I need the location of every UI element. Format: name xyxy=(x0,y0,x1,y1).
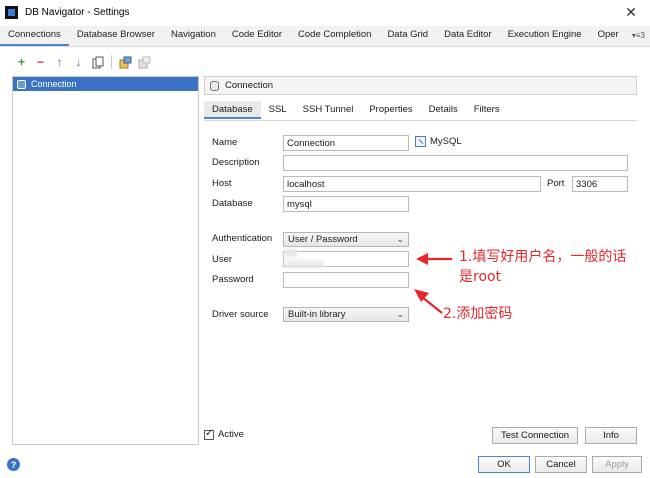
settings-tabbar: Connections Database Browser Navigation … xyxy=(0,26,650,47)
remove-icon[interactable]: − xyxy=(33,55,48,70)
app-icon xyxy=(5,5,18,19)
host-label: Host xyxy=(212,178,232,189)
tab-data-grid[interactable]: Data Grid xyxy=(379,25,436,46)
name-field[interactable] xyxy=(283,135,409,151)
host-field[interactable] xyxy=(283,176,541,192)
database-icon xyxy=(210,80,219,91)
database-type[interactable]: MySQL xyxy=(415,136,462,147)
list-item[interactable]: Connection xyxy=(13,77,198,91)
connections-toolbar: + − ↑ ↓ xyxy=(14,53,152,71)
connection-subtabs: Database SSL SSH Tunnel Properties Detai… xyxy=(204,101,637,119)
page-title: Connection xyxy=(225,80,274,91)
authentication-value: User / Password xyxy=(288,234,358,245)
cancel-button[interactable]: Cancel xyxy=(535,456,587,473)
active-checkbox[interactable]: Active xyxy=(204,428,244,440)
tab-overflow-button[interactable]: ▾≡3 xyxy=(632,31,645,40)
name-label: Name xyxy=(212,137,238,148)
tab-execution-engine[interactable]: Execution Engine xyxy=(500,25,590,46)
description-label: Description xyxy=(212,157,260,168)
database-type-label: MySQL xyxy=(430,136,462,147)
ok-button[interactable]: OK xyxy=(478,456,530,473)
move-up-icon[interactable]: ↑ xyxy=(52,55,67,70)
tab-code-editor[interactable]: Code Editor xyxy=(224,25,290,46)
annotation-user-note-line1: 1.填写好用户名，一般的话 xyxy=(459,249,627,265)
toolbar-separator xyxy=(111,55,112,69)
test-connection-button[interactable]: Test Connection xyxy=(492,427,578,444)
driver-source-value: Built-in library xyxy=(288,309,346,320)
annotation-arrowhead-user xyxy=(416,253,428,265)
import-icon[interactable] xyxy=(137,55,152,70)
tab-filters[interactable]: Filters xyxy=(466,101,508,119)
annotation-arrow-password xyxy=(421,296,443,314)
database-field[interactable] xyxy=(283,196,409,212)
user-label: User xyxy=(212,254,233,265)
active-label: Active xyxy=(218,429,244,440)
mysql-icon xyxy=(415,136,426,147)
password-field[interactable] xyxy=(283,272,409,288)
close-icon[interactable]: ✕ xyxy=(622,3,640,21)
redacted-mark xyxy=(284,261,324,268)
tab-details[interactable]: Details xyxy=(421,101,466,119)
tab-connections[interactable]: Connections xyxy=(0,25,69,46)
tab-navigation[interactable]: Navigation xyxy=(163,25,224,46)
tab-properties[interactable]: Properties xyxy=(361,101,420,119)
tab-database-browser[interactable]: Database Browser xyxy=(69,25,163,46)
copy-icon[interactable] xyxy=(90,55,105,70)
driver-source-label: Driver source xyxy=(212,309,269,320)
tab-code-completion[interactable]: Code Completion xyxy=(290,25,379,46)
driver-source-select[interactable]: Built-in library ⌄ xyxy=(283,307,409,322)
tab-database[interactable]: Database xyxy=(204,101,261,119)
connection-header: Connection xyxy=(204,76,637,95)
title-bar: DB Navigator - Settings ✕ xyxy=(0,0,650,24)
move-down-icon[interactable]: ↓ xyxy=(71,55,86,70)
export-icon[interactable] xyxy=(118,55,133,70)
redacted-mark xyxy=(284,249,298,257)
tab-ssh-tunnel[interactable]: SSH Tunnel xyxy=(295,101,362,119)
port-label: Port xyxy=(547,178,565,189)
tab-data-editor[interactable]: Data Editor xyxy=(436,25,500,46)
password-label: Password xyxy=(212,274,254,285)
database-label: Database xyxy=(212,198,253,209)
add-icon[interactable]: + xyxy=(14,55,29,70)
database-icon xyxy=(17,79,26,89)
help-icon[interactable]: ? xyxy=(7,458,20,471)
tab-operations[interactable]: Oper xyxy=(590,25,627,46)
chevron-down-icon: ⌄ xyxy=(396,309,404,319)
port-field[interactable] xyxy=(572,176,628,192)
apply-button[interactable]: Apply xyxy=(592,456,642,473)
authentication-select[interactable]: User / Password ⌄ xyxy=(283,232,409,247)
window-title: DB Navigator - Settings xyxy=(25,6,130,18)
chevron-down-icon: ⌄ xyxy=(396,234,404,244)
annotation-password-note: 2.添加密码 xyxy=(443,306,513,322)
description-field[interactable] xyxy=(283,155,628,171)
checkbox-checked-icon xyxy=(204,428,214,440)
tab-ssl[interactable]: SSL xyxy=(261,101,295,119)
authentication-label: Authentication xyxy=(212,233,273,244)
annotation-user-note-line2: 是root xyxy=(459,269,502,285)
info-button[interactable]: Info xyxy=(585,427,637,444)
connections-list: Connection xyxy=(12,76,199,445)
connection-label: Connection xyxy=(31,79,77,89)
